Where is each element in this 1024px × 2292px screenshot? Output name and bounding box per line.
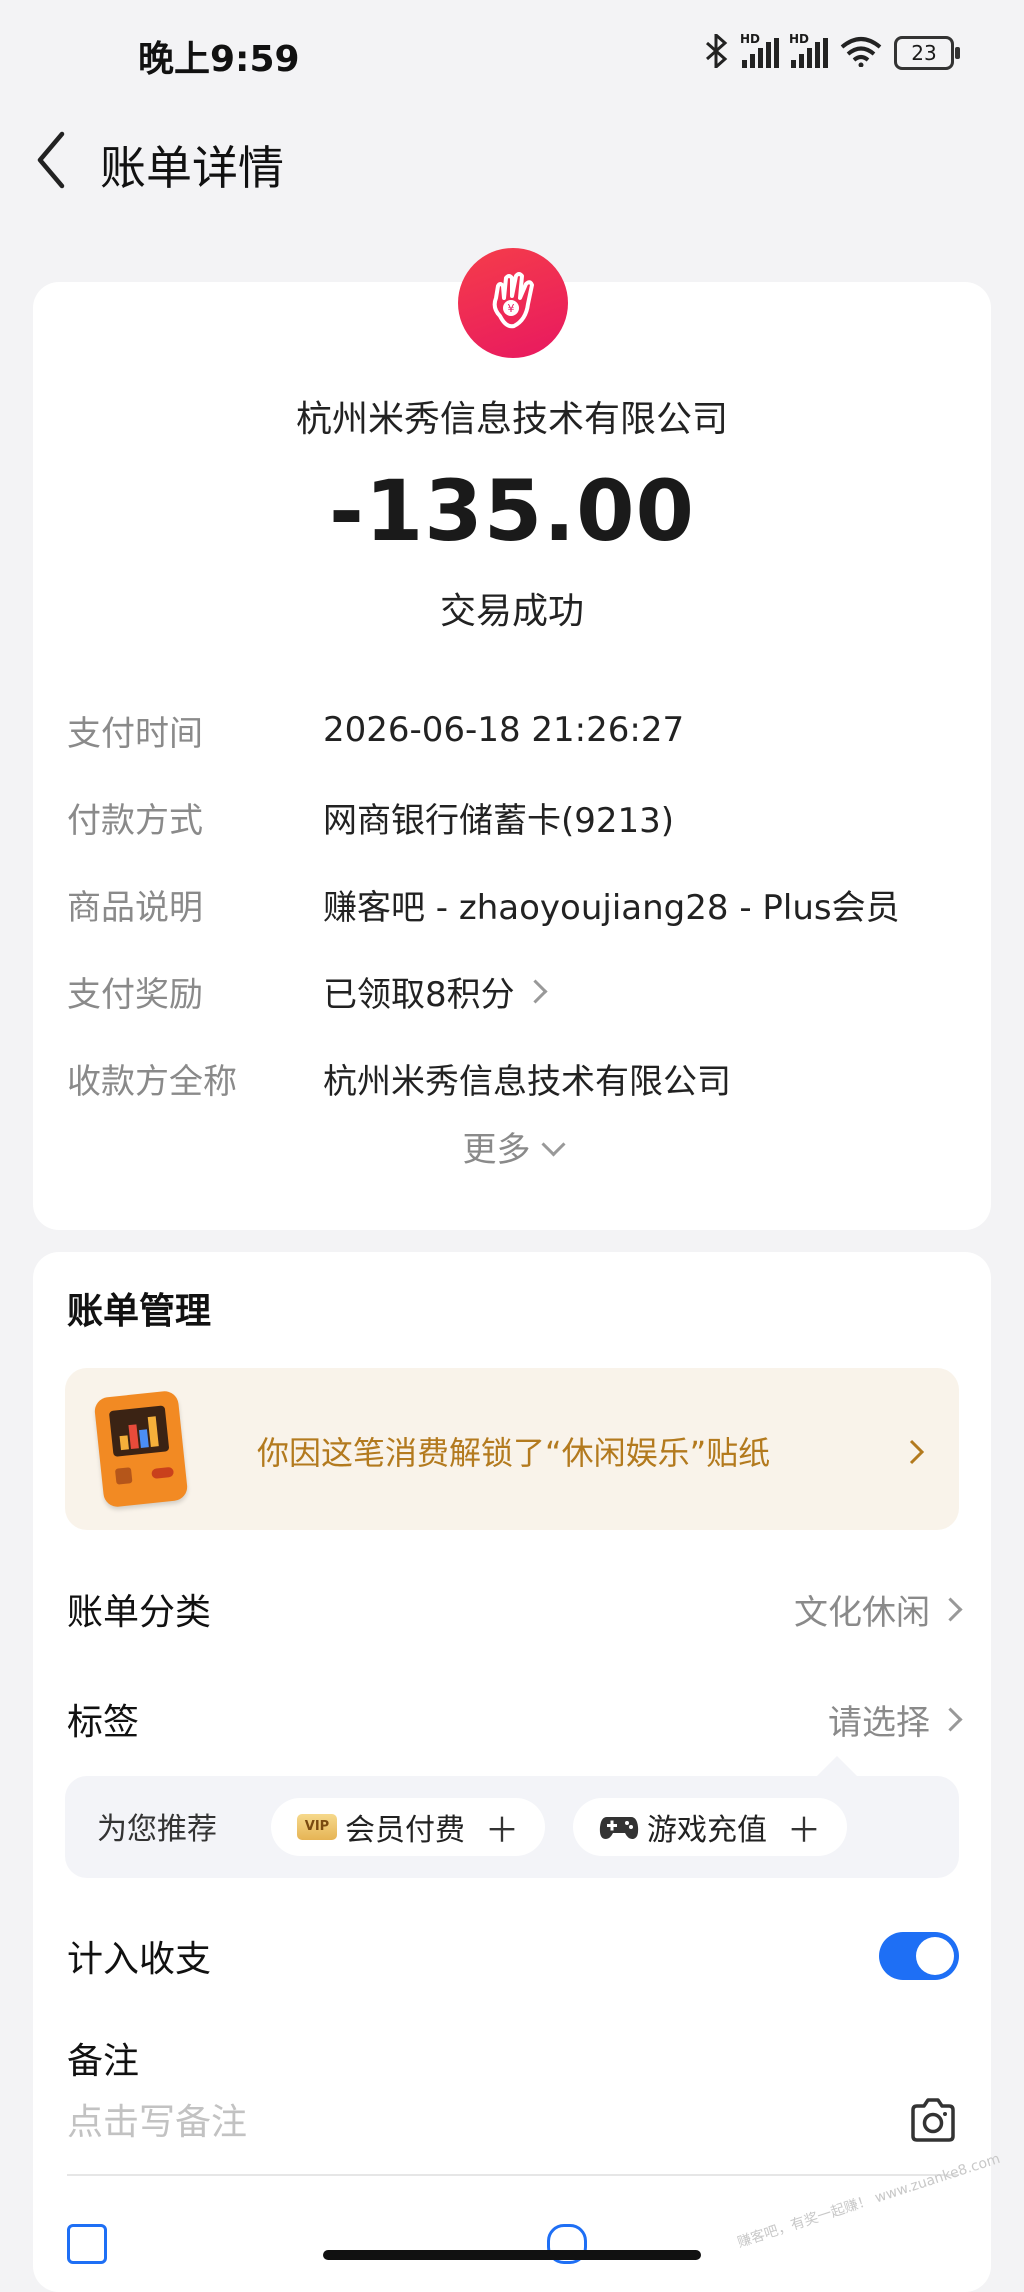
detail-row-pay-method: 付款方式 网商银行储蓄卡(9213): [67, 787, 674, 847]
camera-icon: [911, 2098, 955, 2142]
tag-recommendations: 为您推荐 VIP 会员付费 ＋ 游戏充值 ＋: [65, 1756, 959, 1878]
include-in-ledger-row: 计入收支: [67, 1921, 959, 1991]
plus-icon: ＋: [787, 1810, 821, 1851]
more-button[interactable]: 更多: [33, 1122, 991, 1171]
detail-value: 杭州米秀信息技术有限公司: [323, 1061, 731, 1102]
recommend-label: 为您推荐: [97, 1812, 217, 1847]
section-title: 账单管理: [67, 1291, 212, 1332]
cellular-signal-icon-2: HD: [789, 32, 828, 68]
reward-text: 已领取8积分: [323, 974, 515, 1015]
transaction-status: 交易成功: [439, 591, 584, 632]
detail-label: 付款方式: [67, 800, 203, 841]
home-indicator[interactable]: [323, 2250, 701, 2260]
checkbox[interactable]: [67, 2224, 107, 2264]
chip-label: 会员付费: [345, 1813, 465, 1848]
page-title: 账单详情: [100, 141, 284, 195]
status-bar: 晚上9:59 HD HD 23: [0, 0, 1024, 110]
divider: [67, 2174, 959, 2176]
toggle-knob: [916, 1937, 954, 1975]
sticker-unlock-text: 你因这笔消费解锁了“休闲娱乐”贴纸: [257, 1434, 771, 1472]
detail-row-product-desc: 商品说明 赚客吧 - zhaoyoujiang28 - Plus会员: [67, 874, 900, 934]
detail-value: 已领取8积分: [323, 967, 548, 1016]
chevron-right-icon: [909, 1439, 925, 1465]
game-console-sticker-icon: [93, 1389, 189, 1509]
detail-value: 赚客吧 - zhaoyoujiang28 - Plus会员: [323, 887, 900, 928]
tag-text: 请选择: [828, 1702, 930, 1743]
more-label: 更多: [462, 1130, 531, 1170]
camera-button[interactable]: [907, 2094, 959, 2146]
category-text: 文化休闲: [794, 1592, 930, 1633]
bill-category-row[interactable]: 账单分类 文化休闲: [67, 1574, 963, 1644]
detail-label: 商品说明: [67, 887, 203, 928]
sticker-unlock-banner[interactable]: 你因这笔消费解锁了“休闲娱乐”贴纸: [65, 1368, 959, 1530]
merchant-name: 杭州米秀信息技术有限公司: [295, 399, 728, 440]
bill-summary-card: ¥ 杭州米秀信息技术有限公司 -135.00 交易成功 支付时间 2026-06…: [33, 248, 991, 1230]
detail-value: 2026-06-18 21:26:27: [323, 710, 685, 750]
detail-label: 收款方全称: [67, 1061, 237, 1102]
battery-icon: 23: [894, 36, 960, 70]
back-button[interactable]: [26, 120, 96, 200]
tag-row[interactable]: 标签 请选择: [67, 1684, 963, 1754]
include-label: 计入收支: [67, 1939, 212, 1980]
gamepad-icon: [599, 1813, 639, 1841]
detail-row-payee: 收款方全称 杭州米秀信息技术有限公司: [67, 1048, 731, 1108]
detail-row-pay-reward[interactable]: 支付奖励 已领取8积分: [67, 961, 548, 1021]
chevron-right-icon: [938, 1706, 963, 1732]
chip-label: 游戏充值: [647, 1813, 767, 1848]
vip-icon: VIP: [297, 1814, 337, 1840]
page-header: 账单详情: [0, 110, 1024, 220]
hand-yuan-icon: ¥: [492, 272, 534, 329]
tag-chip-member-fee[interactable]: VIP 会员付费 ＋: [271, 1798, 545, 1856]
cellular-signal-icon: HD: [740, 32, 779, 68]
detail-label: 支付奖励: [67, 974, 203, 1015]
wifi-icon: [840, 35, 882, 71]
note-input[interactable]: [67, 2094, 887, 2150]
category-label: 账单分类: [67, 1592, 212, 1633]
transaction-amount: -135.00: [328, 462, 695, 560]
plus-icon: ＋: [485, 1810, 519, 1851]
tag-label: 标签: [67, 1702, 140, 1743]
tag-value: 请选择: [828, 1695, 963, 1744]
bill-management-card: 账单管理 你因这笔消费解锁了“休闲娱乐”贴纸 账单分类 文化休闲 标签 请选择 …: [33, 1252, 991, 2292]
note-label: 备注: [67, 2041, 140, 2082]
chevron-right-icon: [938, 1596, 963, 1622]
tag-chip-game-topup[interactable]: 游戏充值 ＋: [573, 1798, 847, 1856]
detail-row-pay-time: 支付时间 2026-06-18 21:26:27: [67, 700, 684, 760]
include-in-ledger-toggle[interactable]: [879, 1932, 959, 1980]
chevron-down-icon: [540, 1132, 566, 1157]
chevron-left-icon: [37, 131, 65, 189]
category-value: 文化休闲: [794, 1585, 963, 1634]
detail-value: 网商银行储蓄卡(9213): [323, 800, 675, 841]
merchant-logo: ¥: [458, 248, 568, 358]
status-icons: HD HD 23: [704, 31, 960, 72]
svg-text:¥: ¥: [508, 302, 515, 315]
detail-label: 支付时间: [67, 713, 203, 754]
bluetooth-icon: [704, 31, 730, 72]
status-time: 晚上9:59: [138, 39, 300, 80]
chevron-right-icon: [523, 978, 548, 1004]
